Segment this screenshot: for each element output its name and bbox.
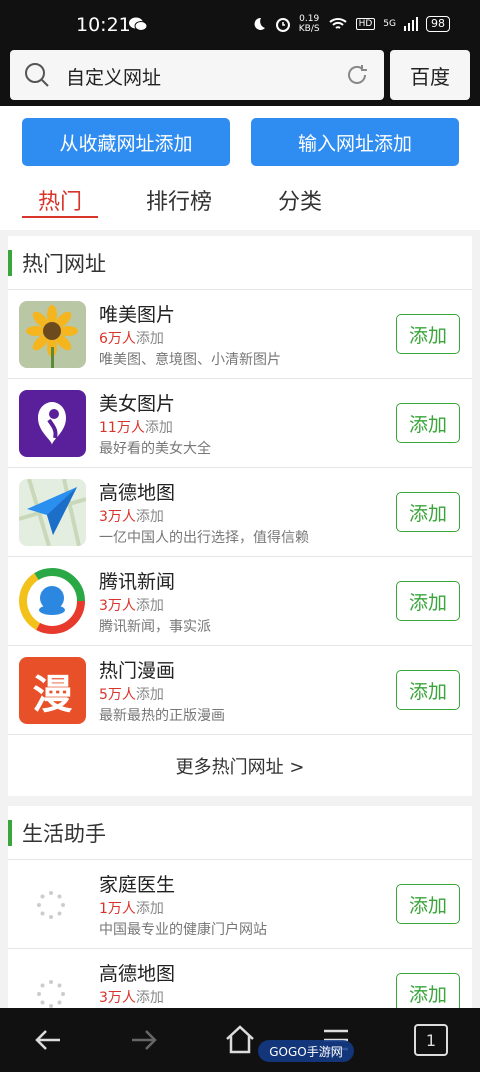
add-count: 5万人添加: [99, 687, 164, 703]
section-accent-bar: [8, 820, 12, 846]
site-description: 一亿中国人的出行选择，值得信赖: [99, 530, 309, 546]
add-by-url-button[interactable]: 输入网址添加: [251, 118, 459, 166]
add-count: 6万人添加: [99, 331, 164, 347]
more-hot-sites-link[interactable]: 更多热门网址 >: [8, 736, 472, 796]
add-button[interactable]: 添加: [396, 670, 460, 710]
section-accent-bar: [8, 250, 12, 276]
alarm-icon: [275, 18, 290, 32]
add-count: 11万人添加: [99, 420, 173, 436]
hot-sites-section: 热门网址 唯美图片 6万人添加 唯美图、意境图、小清新图片 添加 美女图片 11…: [8, 236, 472, 796]
site-name: 热门漫画: [99, 660, 176, 682]
list-item[interactable]: 漫 热门漫画 5万人添加 最新最热的正版漫画 添加: [8, 646, 472, 735]
refresh-icon[interactable]: [344, 62, 370, 88]
hd-badge: HD: [355, 18, 376, 30]
tab-hot[interactable]: 热门: [38, 184, 82, 216]
search-engine-button[interactable]: 百度: [390, 50, 470, 100]
list-item[interactable]: 腾讯新闻 3万人添加 腾讯新闻，事实派 添加: [8, 557, 472, 646]
section-header: 热门网址: [8, 236, 472, 290]
site-description: 唯美图、意境图、小清新图片: [99, 352, 281, 368]
add-count: 3万人添加: [99, 509, 164, 525]
watermark-logo: GOGO手游网: [258, 1040, 354, 1062]
tencent-news-icon: [19, 568, 86, 635]
search-input[interactable]: 自定义网址: [66, 63, 161, 90]
add-button[interactable]: 添加: [396, 314, 460, 354]
category-tabs: 热门 排行榜 分类: [0, 184, 480, 224]
add-count: 3万人添加: [99, 990, 164, 1006]
search-bar[interactable]: 自定义网址: [10, 50, 384, 100]
moon-icon: [254, 17, 265, 30]
list-item[interactable]: 高德地图 3万人添加 一亿中国人的出行选择，值得信赖 添加: [8, 468, 472, 557]
list-item[interactable]: 家庭医生 1万人添加 中国最专业的健康门户网站 添加: [8, 860, 472, 949]
site-description: 中国最专业的健康门户网站: [99, 922, 267, 938]
status-bar: 10:21 0.19 KB/S HD 5G 98: [0, 0, 480, 50]
wifi-icon: [328, 18, 347, 29]
top-bar: 10:21 0.19 KB/S HD 5G 98 自定义网址 百度: [0, 0, 480, 106]
girl-silhouette-icon: [19, 390, 86, 457]
network-speed: 0.19 KB/S: [298, 14, 320, 34]
site-description: 最新最热的正版漫画: [99, 708, 225, 724]
tabs-count-button[interactable]: 1: [414, 1024, 448, 1056]
site-name: 高德地图: [99, 482, 176, 504]
site-name: 唯美图片: [99, 304, 176, 326]
site-description: 腾讯新闻，事实派: [99, 619, 211, 635]
list-item[interactable]: 高德地图 3万人添加 添加: [8, 949, 472, 1008]
active-tab-indicator: [22, 216, 98, 218]
list-item[interactable]: 美女图片 11万人添加 最好看的美女大全 添加: [8, 379, 472, 468]
status-icons: 0.19 KB/S HD 5G 98: [251, 14, 450, 34]
site-name: 腾讯新闻: [99, 571, 176, 593]
loading-spinner-icon: [37, 891, 65, 919]
tab-ranking[interactable]: 排行榜: [146, 184, 212, 216]
bottom-nav-bar: 1 GOGO手游网: [0, 1008, 480, 1072]
add-from-favorites-button[interactable]: 从收藏网址添加: [22, 118, 230, 166]
signal-icon: [404, 17, 418, 31]
life-helper-section: 生活助手 家庭医生 1万人添加 中国最专业的健康门户网站 添加 高德地图 3万人…: [8, 806, 472, 1008]
wechat-icon: [129, 17, 148, 31]
list-item[interactable]: 唯美图片 6万人添加 唯美图、意境图、小清新图片 添加: [8, 290, 472, 379]
add-button[interactable]: 添加: [396, 973, 460, 1008]
paper-plane-map-icon: [19, 479, 86, 546]
main-content: 从收藏网址添加 输入网址添加 热门 排行榜 分类 热门网址 唯美图片 6万人添加…: [0, 106, 480, 1008]
back-arrow-icon[interactable]: [30, 1022, 66, 1058]
sunflower-icon: [19, 301, 86, 368]
section-header: 生活助手: [8, 806, 472, 860]
add-button[interactable]: 添加: [396, 581, 460, 621]
signal-label: 5G: [383, 19, 396, 29]
add-button[interactable]: 添加: [396, 403, 460, 443]
status-time: 10:21: [76, 14, 131, 36]
section-title: 生活助手: [22, 822, 106, 846]
battery-level: 98: [426, 16, 450, 32]
manga-icon: 漫: [19, 657, 86, 724]
add-button[interactable]: 添加: [396, 884, 460, 924]
site-name: 家庭医生: [99, 874, 176, 896]
forward-arrow-icon[interactable]: [126, 1022, 162, 1058]
header-area: 从收藏网址添加 输入网址添加 热门 排行榜 分类: [0, 106, 480, 230]
search-icon: [25, 63, 49, 87]
section-title: 热门网址: [22, 252, 106, 276]
tab-category[interactable]: 分类: [278, 184, 322, 216]
site-name: 高德地图: [99, 963, 176, 985]
add-count: 3万人添加: [99, 598, 164, 614]
loading-spinner-icon: [37, 980, 65, 1008]
site-name: 美女图片: [99, 393, 176, 415]
add-count: 1万人添加: [99, 901, 164, 917]
site-description: 最好看的美女大全: [99, 441, 211, 457]
add-button[interactable]: 添加: [396, 492, 460, 532]
home-icon[interactable]: [222, 1022, 258, 1058]
